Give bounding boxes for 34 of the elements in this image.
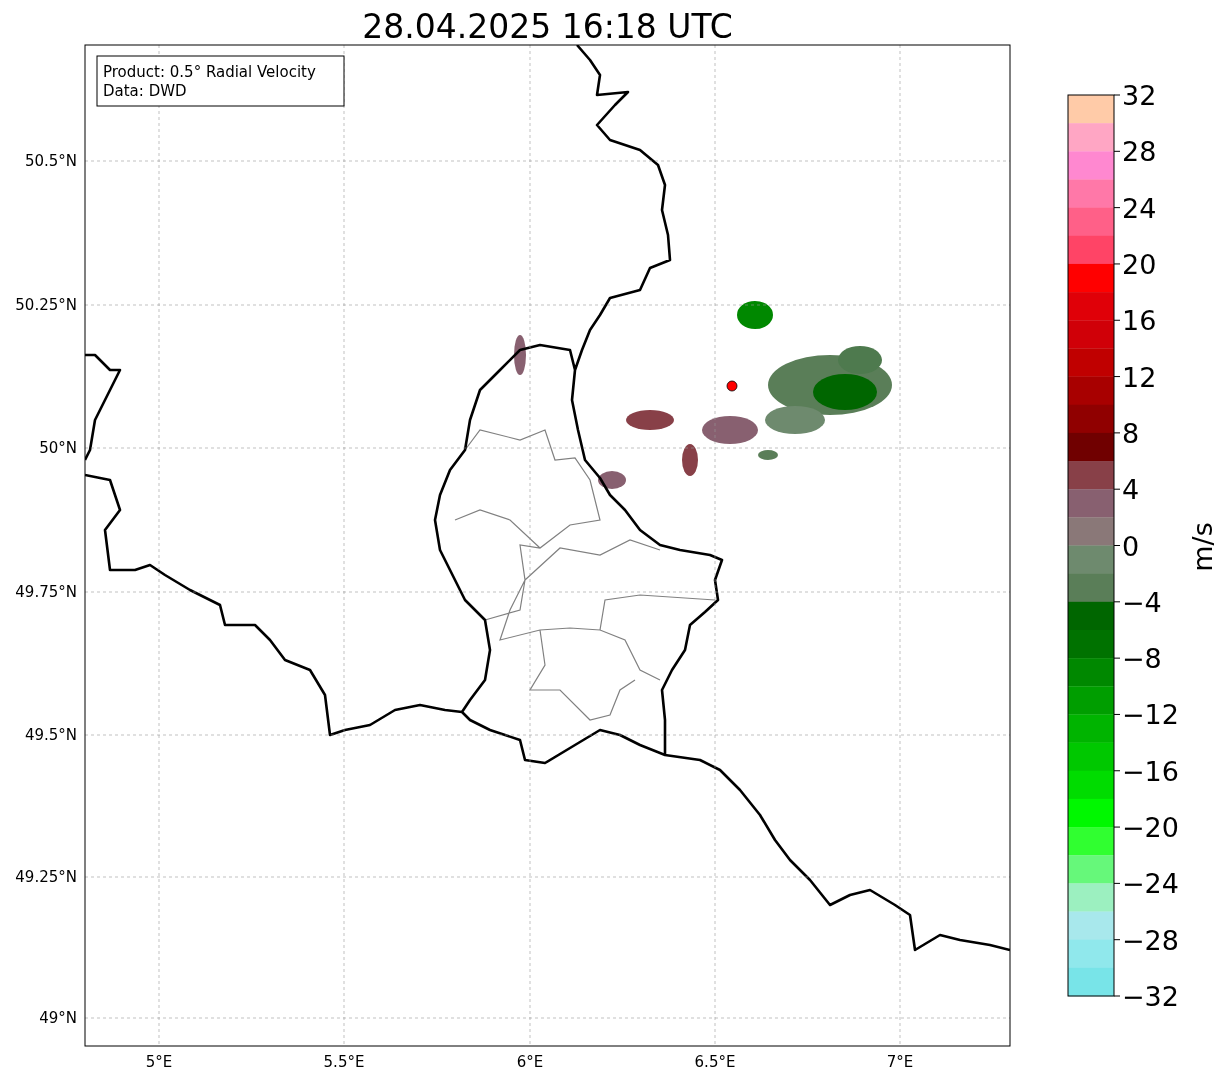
longitude-label: 6°E: [516, 1053, 544, 1071]
chart-title: 28.04.2025 16:18 UTC: [362, 7, 733, 46]
colorbar-tick-label: −12: [1122, 699, 1179, 731]
colorbar-label: m/s: [1187, 522, 1218, 572]
colorbar-tick-label: −4: [1122, 586, 1162, 618]
latitude-label: 49.25°N: [15, 868, 77, 886]
colorbar-tick-label: −28: [1122, 924, 1179, 956]
colorbar-tick-label: 0: [1122, 530, 1140, 562]
colorbar-tick-label: 24: [1122, 192, 1157, 224]
colorbar-tick-label: −8: [1122, 643, 1162, 675]
latitude-label: 49°N: [39, 1009, 77, 1027]
colorbar-tick-label: −32: [1122, 981, 1179, 1012]
legend-text: Data: DWD: [103, 82, 187, 100]
colorbar-tick-label: −24: [1122, 868, 1179, 900]
colorbar-tick-label: 8: [1122, 417, 1140, 449]
latitude-label: 50°N: [39, 439, 77, 457]
colorbar-tick-label: 16: [1122, 305, 1157, 337]
colorbar-tick-label: 20: [1122, 248, 1157, 280]
latitude-label: 49.75°N: [15, 583, 77, 601]
latitude-label: 50.5°N: [24, 152, 77, 170]
colorbar-tick-label: −16: [1122, 755, 1179, 787]
colorbar-tick-label: 28: [1122, 136, 1157, 168]
longitude-label: 5.5°E: [323, 1053, 365, 1071]
longitude-label: 6.5°E: [694, 1053, 736, 1071]
colorbar-tick-label: −20: [1122, 812, 1179, 844]
colorbar-tick-label: 12: [1122, 361, 1157, 393]
colorbar-tick-label: 32: [1122, 80, 1157, 111]
latitude-label: 49.5°N: [24, 726, 77, 744]
longitude-label: 5°E: [145, 1053, 173, 1071]
legend-text: Product: 0.5° Radial Velocity: [103, 63, 316, 81]
radar-site-marker: [726, 380, 738, 392]
longitude-label: 7°E: [886, 1053, 914, 1071]
latitude-label: 50.25°N: [15, 296, 77, 314]
colorbar-tick-label: 4: [1122, 474, 1140, 506]
